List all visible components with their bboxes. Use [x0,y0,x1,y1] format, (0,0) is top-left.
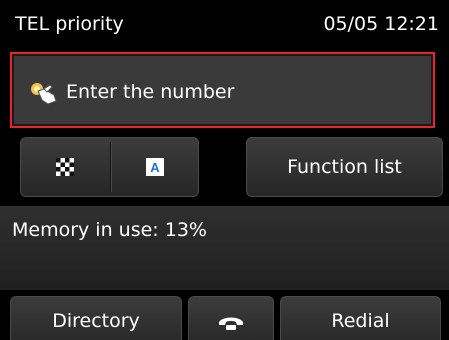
tap-finger-icon [31,83,57,105]
status-bar: TEL priority 05/05 12:21 [0,0,449,44]
printer-touch-screen: TEL priority 05/05 12:21 Enter the numbe… [0,0,449,340]
memory-status-area: Memory in use: 13% [0,206,449,290]
enter-number-field[interactable]: Enter the number [10,52,435,128]
checker-pattern-icon [56,158,74,176]
date-time: 05/05 12:21 [323,13,439,35]
enter-number-label: Enter the number [66,81,235,103]
text-mode-button[interactable]: A [111,138,200,196]
on-hook-phone-icon [219,317,243,330]
hook-button[interactable] [188,296,274,340]
directory-button[interactable]: Directory [10,296,182,340]
redial-button[interactable]: Redial [280,296,441,340]
mode-title: TEL priority [15,13,124,35]
photo-mode-button[interactable] [21,138,110,196]
scan-mode-buttons: A [20,137,199,197]
letter-a-icon: A [146,158,164,176]
memory-in-use-text: Memory in use: 13% [12,219,207,241]
letter-a-glyph: A [150,160,160,175]
function-list-button[interactable]: Function list [246,137,443,197]
